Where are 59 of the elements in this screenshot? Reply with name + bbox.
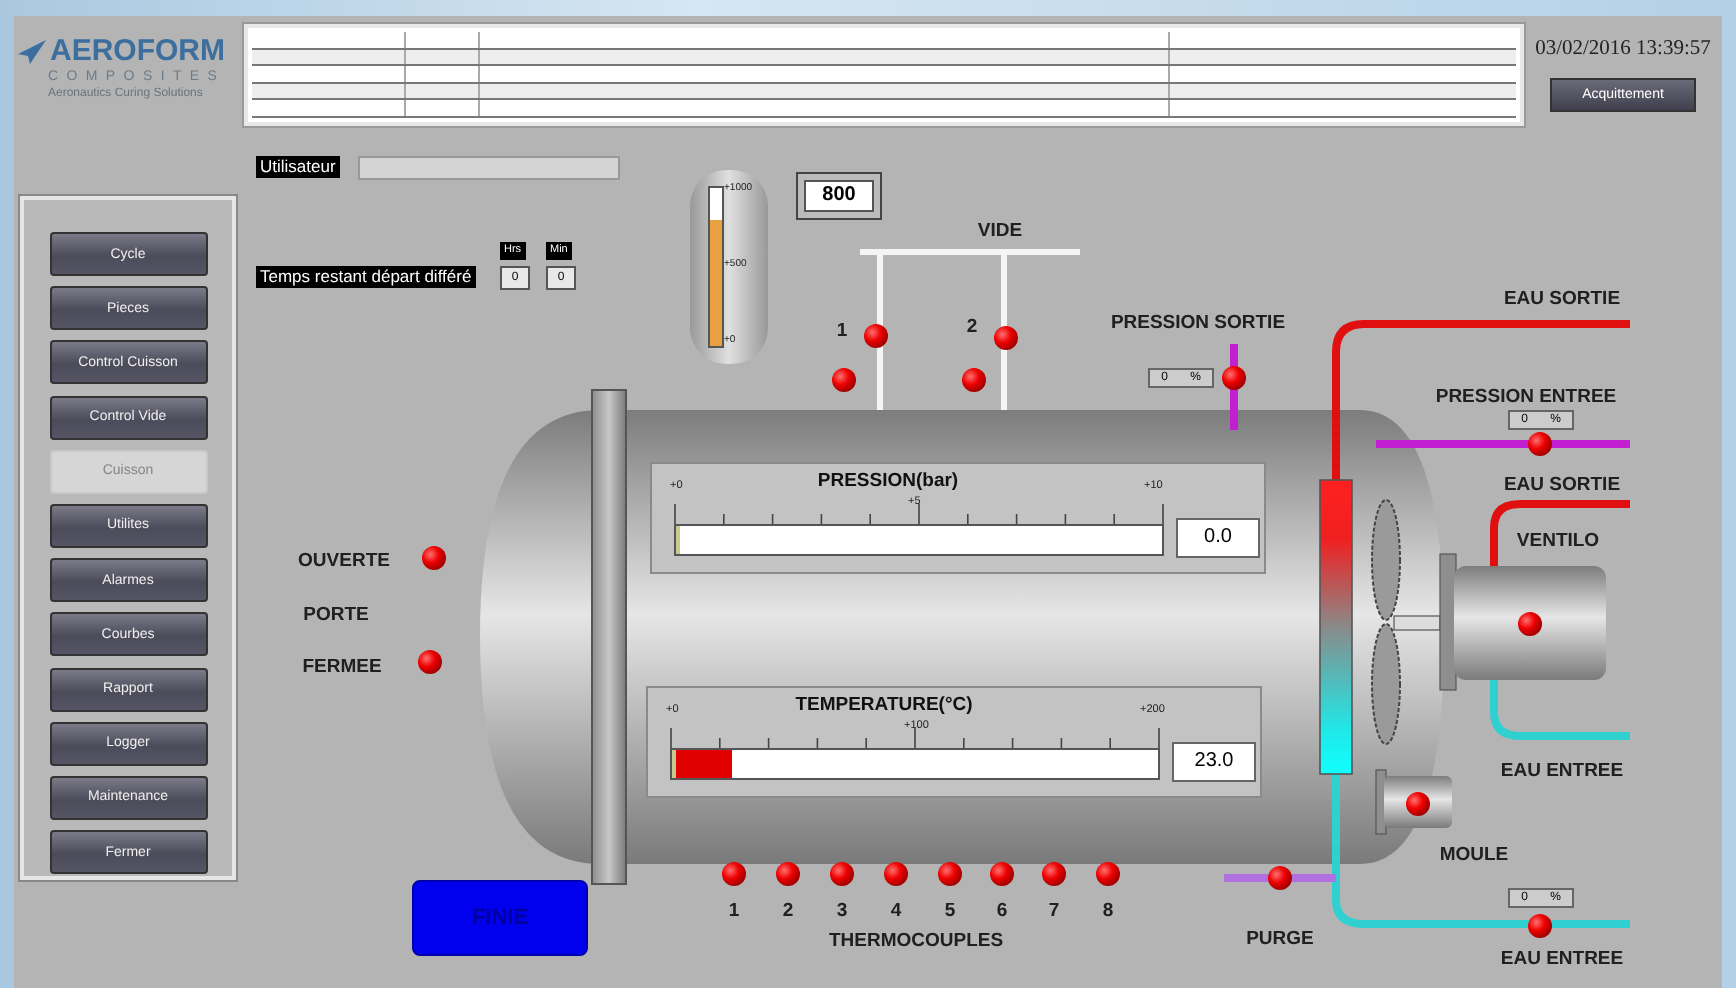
thermocouple-number: 1 [728, 900, 740, 922]
indicator-light [962, 368, 986, 392]
thermocouples-label: THERMOCOUPLES [828, 930, 1004, 952]
indicator-light [1268, 866, 1292, 890]
purge-pipe [1224, 874, 1336, 882]
indicator-light [994, 326, 1018, 350]
meter-value: 0.0 [1176, 518, 1260, 558]
indicator-light [832, 368, 856, 392]
indicator-light [938, 862, 962, 886]
valve-label: 1 [836, 320, 848, 342]
indicator-light [722, 862, 746, 886]
vacuum-value: 800 [804, 180, 874, 212]
indicator-light [1518, 612, 1542, 636]
purge-label: PURGE [1246, 928, 1314, 950]
vacuum-label: VIDE [977, 220, 1023, 242]
user-label: Utilisateur [256, 156, 340, 178]
user-field[interactable] [358, 156, 620, 180]
door-closed-label: FERMEE [302, 656, 382, 678]
delay-label: Temps restant départ différé [256, 266, 476, 288]
logo-name: AEROFORM [50, 36, 225, 68]
water-in-label: EAU ENTREE [1500, 948, 1624, 970]
thermocouple-number: 4 [890, 900, 902, 922]
indicator-light [1096, 862, 1120, 886]
thermocouple-number: 7 [1048, 900, 1060, 922]
fan-label: VENTILO [1516, 530, 1600, 552]
water-inlet-pipe [1490, 680, 1630, 740]
pressure-pipe [1230, 344, 1238, 430]
thermocouple-number: 8 [1102, 900, 1114, 922]
thermocouple-number: 2 [782, 900, 794, 922]
plane-icon [18, 40, 46, 64]
indicator-light [830, 862, 854, 886]
water-out-label: EAU SORTIE [1503, 474, 1621, 496]
water-outlet-pipe [1490, 500, 1630, 570]
indicator-light [884, 862, 908, 886]
water-in-label: EAU ENTREE [1500, 760, 1624, 782]
indicator-light [990, 862, 1014, 886]
indicator-light [1042, 862, 1066, 886]
water-out-label: EAU SORTIE [1503, 288, 1621, 310]
door-label: PORTE [303, 604, 369, 626]
indicator-light [1528, 914, 1552, 938]
indicator-light [776, 862, 800, 886]
mold-label: MOULE [1439, 844, 1509, 866]
door-open-label: OUVERTE [298, 550, 390, 572]
valve-label: 2 [966, 316, 978, 338]
thermocouple-number: 5 [944, 900, 956, 922]
indicator-light [1406, 792, 1430, 816]
date-time: 03/02/2016 13:39:57 [1535, 38, 1711, 60]
indicator-light [422, 546, 446, 570]
pressure-in-label: PRESSION ENTREE [1435, 386, 1617, 408]
indicator-light [418, 650, 442, 674]
meter-title: TEMPERATURE(°C) [795, 694, 973, 716]
indicator-light [1528, 432, 1552, 456]
indicator-light [864, 324, 888, 348]
meter-value: 23.0 [1172, 742, 1256, 782]
thermocouple-number: 3 [836, 900, 848, 922]
meter-title: PRESSION(bar) [817, 470, 959, 492]
pressure-out-label: PRESSION SORTIE [1110, 312, 1286, 334]
indicator-light [1222, 366, 1246, 390]
thermocouple-number: 6 [996, 900, 1008, 922]
